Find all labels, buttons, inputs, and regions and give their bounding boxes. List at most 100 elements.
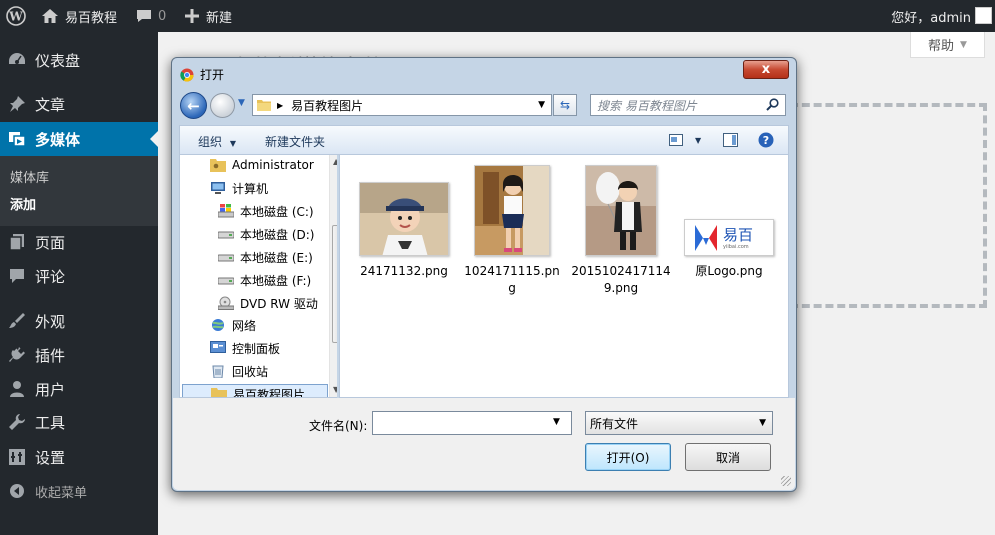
menu-media[interactable]: 多媒体 (0, 122, 158, 156)
menu-label: 多媒体 (35, 130, 81, 149)
tree-label: 控制面板 (232, 341, 281, 356)
history-dropdown-icon[interactable]: ▼ (238, 98, 245, 108)
tree-item-yibai-pictures[interactable]: 易百教程图片 (182, 384, 328, 397)
menu-settings[interactable]: 设置 (0, 440, 158, 474)
page-icon (7, 232, 27, 252)
file-name-line: g (508, 281, 516, 295)
settings-icon (7, 447, 27, 467)
tree-item-network[interactable]: 网络 (210, 315, 256, 335)
new-label: 新建 (206, 10, 233, 26)
scroll-down-icon[interactable]: ▼ (333, 385, 337, 394)
filename-label: 文件名(N): (309, 419, 368, 433)
hard-drive-icon (218, 250, 234, 264)
file-name[interactable]: 1024171115.pn g (462, 263, 562, 297)
avatar[interactable] (975, 7, 992, 24)
chevron-down-icon: ▼ (695, 135, 702, 145)
cancel-button[interactable]: 取消 (685, 443, 771, 471)
file-thumbnail[interactable] (359, 182, 449, 256)
tree-scrollbar[interactable]: ▲ ▼ (329, 155, 337, 397)
tree-item-drive-c[interactable]: 本地磁盘 (C:) (218, 201, 314, 221)
tree-item-dvd-drive[interactable]: DVD RW 驱动 (218, 293, 318, 313)
organize-label: 组织 (198, 135, 223, 149)
scrollbar-thumb[interactable] (332, 225, 337, 343)
tree-label: 网络 (232, 318, 257, 333)
menu-label: 仪表盘 (35, 51, 81, 70)
network-icon (210, 318, 226, 332)
menu-appearance[interactable]: 外观 (0, 304, 158, 338)
dashboard-icon (7, 50, 27, 70)
wrench-icon (7, 412, 27, 432)
tree-label: 本地磁盘 (D:) (240, 227, 315, 242)
file-thumbnail[interactable] (474, 165, 550, 256)
menu-label: 设置 (35, 448, 66, 467)
filename-dropdown-icon[interactable]: ▼ (553, 417, 560, 427)
comments-link[interactable]: 0 (136, 0, 166, 32)
file-list: 24171132.png 1024171115.pn g 20151024171… (339, 155, 789, 398)
back-button[interactable]: ← (180, 92, 207, 119)
tree-item-computer[interactable]: 计算机 (210, 178, 268, 198)
menu-users[interactable]: 用户 (0, 372, 158, 406)
upload-drop-zone[interactable] (790, 103, 987, 308)
file-thumbnail[interactable] (585, 165, 657, 256)
file-name-line: 24171132.png (360, 264, 448, 278)
tree-label: 本地磁盘 (E:) (240, 250, 313, 265)
admin-sidebar: 仪表盘 文章 多媒体 媒体库 添加 页面 评论 外观 插件 用户 工具 设置 收… (0, 32, 158, 535)
address-bar[interactable]: ▶ 易百教程图片 ▼ (252, 94, 552, 116)
organize-button[interactable]: 组织 ▼ (198, 133, 236, 150)
menu-posts[interactable]: 文章 (0, 87, 158, 121)
submenu-add-new[interactable]: 添加 (10, 194, 36, 213)
pin-icon (7, 94, 27, 114)
refresh-button[interactable]: ⇆ (553, 94, 577, 116)
resize-grip[interactable] (781, 476, 791, 486)
yibai-logo-image: 易百 yiibai.com (693, 223, 753, 255)
tree-label: 本地磁盘 (C:) (240, 204, 314, 219)
filename-input[interactable] (372, 411, 572, 435)
plugin-icon (7, 345, 27, 365)
forward-button[interactable] (210, 93, 235, 118)
girl-photo-image (475, 166, 549, 255)
tree-item-control-panel[interactable]: 控制面板 (210, 338, 280, 358)
help-icon: ? (758, 132, 774, 148)
file-thumbnail[interactable]: 易百 yiibai.com (684, 219, 774, 256)
comment-count: 0 (158, 8, 167, 24)
plus-icon (185, 9, 199, 23)
menu-pages[interactable]: 页面 (0, 225, 158, 259)
view-menu-button[interactable]: ▼ (669, 134, 701, 146)
address-dropdown-icon[interactable]: ▼ (538, 100, 545, 110)
account-menu[interactable]: 您好，admin (891, 0, 971, 32)
help-tab[interactable]: 帮助 ▼ (910, 32, 985, 58)
menu-dashboard[interactable]: 仪表盘 (0, 43, 158, 77)
menu-comments[interactable]: 评论 (0, 259, 158, 293)
tree-item-drive-d[interactable]: 本地磁盘 (D:) (218, 224, 314, 244)
submenu-library[interactable]: 媒体库 (10, 167, 49, 186)
new-folder-button[interactable]: 新建文件夹 (265, 133, 325, 150)
menu-tools[interactable]: 工具 (0, 405, 158, 439)
file-name[interactable]: 原Logo.png (679, 263, 779, 280)
folder-icon (257, 99, 271, 111)
search-input[interactable]: 搜索 易百教程图片 (590, 94, 786, 116)
menu-label: 工具 (35, 413, 66, 432)
search-icon (766, 98, 779, 111)
windows-drive-icon (218, 204, 234, 218)
filetype-select[interactable]: 所有文件 ▼ (585, 411, 773, 435)
preview-pane-button[interactable] (723, 133, 738, 150)
tree-item-administrator[interactable]: Administrator (210, 155, 314, 175)
tree-item-drive-f[interactable]: 本地磁盘 (F:) (218, 270, 311, 290)
file-name-line: 原Logo.png (695, 264, 763, 278)
close-button[interactable]: x (743, 60, 789, 79)
collapse-menu-button[interactable]: 收起菜单 (0, 474, 158, 508)
new-content-link[interactable]: 新建 (185, 0, 232, 32)
wordpress-logo-icon[interactable]: W (5, 0, 27, 32)
help-button[interactable]: ? (758, 132, 774, 151)
scroll-up-icon[interactable]: ▲ (333, 157, 337, 166)
menu-label: 用户 (35, 380, 66, 399)
tree-item-drive-e[interactable]: 本地磁盘 (E:) (218, 247, 313, 267)
file-name[interactable]: 2015102417114 9.png (571, 263, 671, 297)
open-button[interactable]: 打开(O) (585, 443, 671, 471)
menu-plugins[interactable]: 插件 (0, 338, 158, 372)
brush-icon (7, 311, 27, 331)
logo-subtext: yiibai.com (723, 244, 749, 250)
file-name[interactable]: 24171132.png (354, 263, 454, 280)
tree-item-recycle-bin[interactable]: 回收站 (210, 361, 268, 381)
site-name-link[interactable]: 易百教程 (42, 0, 117, 32)
